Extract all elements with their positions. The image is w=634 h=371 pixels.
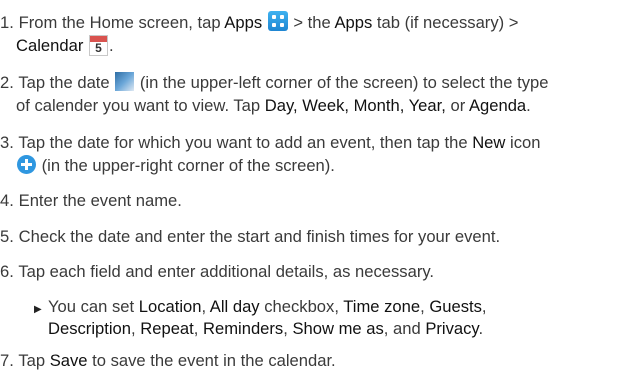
bullet-marker: ▶ bbox=[34, 304, 42, 315]
step-4: 4. Enter the event name. bbox=[0, 190, 634, 211]
keyword: Guests bbox=[429, 297, 482, 316]
step-3: 3. Tap the date for which you want to ad… bbox=[0, 132, 634, 153]
step-text: From the Home screen, tap bbox=[18, 13, 225, 32]
step-2-continued: of calender you want to view. Tap Day, W… bbox=[0, 95, 634, 116]
step-text: Tap the date bbox=[18, 73, 115, 92]
step-1: 1. From the Home screen, tap Apps > the … bbox=[0, 11, 634, 33]
step-number: 4. bbox=[0, 191, 14, 210]
step-text: Tap bbox=[18, 351, 50, 370]
step-number: 6. bbox=[0, 262, 14, 281]
bullet-text: , bbox=[420, 297, 430, 316]
step-text: . bbox=[526, 96, 531, 115]
step-text: (in the upper-left corner of the screen)… bbox=[135, 73, 549, 92]
keyword: Calendar bbox=[16, 36, 84, 55]
instruction-document: 1. From the Home screen, tap Apps > the … bbox=[0, 0, 634, 370]
step-text: (in the upper-right corner of the screen… bbox=[37, 156, 335, 175]
step-text: > the bbox=[293, 13, 335, 32]
keyword: Time zone bbox=[343, 297, 421, 316]
keyword: Description bbox=[48, 319, 132, 338]
step-1-continued: Calendar 5 . bbox=[0, 35, 634, 56]
step-3-continued: (in the upper-right corner of the screen… bbox=[0, 155, 634, 176]
keyword: New bbox=[472, 133, 506, 152]
calendar-day: 5 bbox=[95, 41, 102, 55]
keyword: Privacy bbox=[425, 319, 479, 338]
bullet-text: checkbox, bbox=[259, 297, 344, 316]
keyword: Repeat bbox=[140, 319, 194, 338]
step-text: tab (if necessary) > bbox=[372, 13, 519, 32]
bullet-text: , bbox=[131, 319, 141, 338]
step-number: 2. bbox=[0, 73, 14, 92]
bullet-item-continued: Description, Repeat, Reminders, Show me … bbox=[48, 318, 483, 339]
bullet-text: , bbox=[193, 319, 203, 338]
step-5: 5. Check the date and enter the start an… bbox=[0, 226, 634, 247]
keyword: Reminders bbox=[203, 319, 284, 338]
keyword: All day bbox=[209, 297, 260, 316]
step-number: 1. bbox=[0, 13, 14, 32]
keyword: Apps bbox=[224, 13, 263, 32]
keyword: Agenda bbox=[468, 96, 527, 115]
step-text: Tap the date for which you want to add a… bbox=[18, 133, 473, 152]
step-text: icon bbox=[505, 133, 541, 152]
step-text: . bbox=[108, 36, 114, 55]
bullet-text: , bbox=[201, 297, 210, 316]
step-number: 5. bbox=[0, 227, 14, 246]
bullet-text: You can set bbox=[48, 297, 139, 316]
step-text: to save the event in the calendar. bbox=[87, 351, 336, 370]
step-text: or bbox=[445, 96, 469, 115]
plus-circle-icon bbox=[17, 155, 36, 174]
keyword: Day, Week, Month, Year, bbox=[264, 96, 446, 115]
step-2: 2. Tap the date (in the upper-left corne… bbox=[0, 72, 634, 93]
bullet-text: , bbox=[481, 297, 487, 316]
keyword: Apps bbox=[334, 13, 373, 32]
bullet-text: , and bbox=[383, 319, 426, 338]
step-text: Tap each field and enter additional deta… bbox=[18, 262, 435, 281]
step-text: Enter the event name. bbox=[18, 191, 182, 210]
date-icon bbox=[115, 72, 135, 91]
step-text: of calender you want to view. Tap bbox=[16, 96, 265, 115]
keyword: Show me as bbox=[292, 319, 384, 338]
keyword: Location bbox=[138, 297, 202, 316]
apps-icon bbox=[267, 11, 288, 31]
bullet-text: . bbox=[478, 319, 484, 338]
step-6: 6. Tap each field and enter additional d… bbox=[0, 261, 634, 282]
calendar-icon: 5 bbox=[88, 35, 108, 56]
step-text: Check the date and enter the start and f… bbox=[18, 227, 501, 246]
bullet-item: ▶ You can set Location, All day checkbox,… bbox=[34, 296, 487, 320]
step-number: 3. bbox=[0, 133, 14, 152]
keyword: Save bbox=[49, 351, 88, 370]
